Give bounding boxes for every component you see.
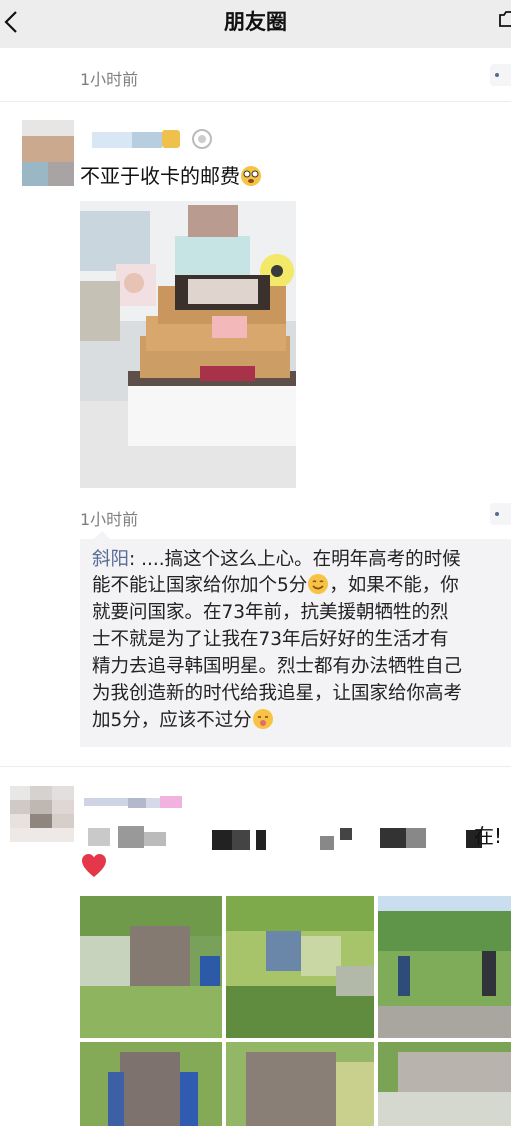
- dizzy-face-emoji: [241, 166, 261, 186]
- comment-line: 精力去追寻韩国明星。烈士都有办法牺牲自己: [92, 656, 463, 677]
- comment-line: 士不就是为了让我在73年后好好的生活才有: [92, 629, 449, 650]
- comment-text: ....搞这个这么上心。在明年高考的时候: [141, 549, 461, 570]
- avatar[interactable]: [22, 120, 74, 188]
- comment-line: 加5分，应该不过分: [92, 708, 274, 734]
- post-text-tail: 在!: [474, 824, 503, 848]
- red-heart-emoji: [82, 854, 106, 877]
- post-text: 不亚于收卡的邮费: [80, 160, 262, 189]
- comment-line: 就要问国家。在73年前，抗美援朝牺牲的烈: [92, 602, 449, 623]
- post-time: 1小时前: [80, 510, 139, 529]
- comment-separator: :: [129, 549, 142, 570]
- commenter-name[interactable]: 斜阳: [92, 549, 129, 570]
- nickname-blurred[interactable]: [80, 130, 190, 150]
- top-navigation-bar: 朋友圈: [0, 0, 511, 48]
- comments-panel: 斜阳: ....搞这个这么上心。在明年高考的时候 能不能让国家给你加个5分 ，如果…: [80, 531, 511, 747]
- comment-text: 加5分，应该不过分: [92, 710, 252, 731]
- tongue-face-emoji: [252, 709, 273, 729]
- comment-line: 为我创造新的时代给我追星，让国家给你高考: [92, 683, 463, 704]
- post-photo-2[interactable]: [226, 896, 374, 1038]
- post-text-blurred: [80, 822, 511, 852]
- comment-text: 能不能让国家给你加个5分: [92, 575, 308, 596]
- post-divider: [0, 766, 511, 767]
- camera-icon[interactable]: [497, 8, 511, 30]
- avatar[interactable]: [10, 786, 74, 842]
- more-actions-button[interactable]: [490, 503, 511, 525]
- more-actions-button[interactable]: [490, 64, 511, 86]
- page-title: 朋友圈: [224, 10, 287, 34]
- post-photo-4[interactable]: [80, 1042, 222, 1126]
- nickname-blurred[interactable]: [84, 796, 184, 810]
- post-text-content: 不亚于收卡的邮费: [80, 164, 240, 188]
- post-photo-1[interactable]: [80, 896, 222, 1038]
- comment-text: ，如果不能，你: [329, 575, 459, 596]
- smile-emoji: [308, 574, 329, 594]
- post-time: 1小时前: [80, 70, 139, 89]
- comment-line: 斜阳: ....搞这个这么上心。在明年高考的时候: [92, 547, 461, 573]
- post-photo-5[interactable]: [226, 1042, 374, 1126]
- post-photo-6[interactable]: [378, 1042, 511, 1126]
- previous-post-footer: 1小时前: [0, 48, 511, 102]
- post-photo-3[interactable]: [378, 896, 511, 1038]
- privacy-badge-icon: [192, 129, 212, 149]
- post-photo-boxes[interactable]: [80, 201, 296, 488]
- comment-line: 能不能让国家给你加个5分 ，如果不能，你: [92, 573, 459, 599]
